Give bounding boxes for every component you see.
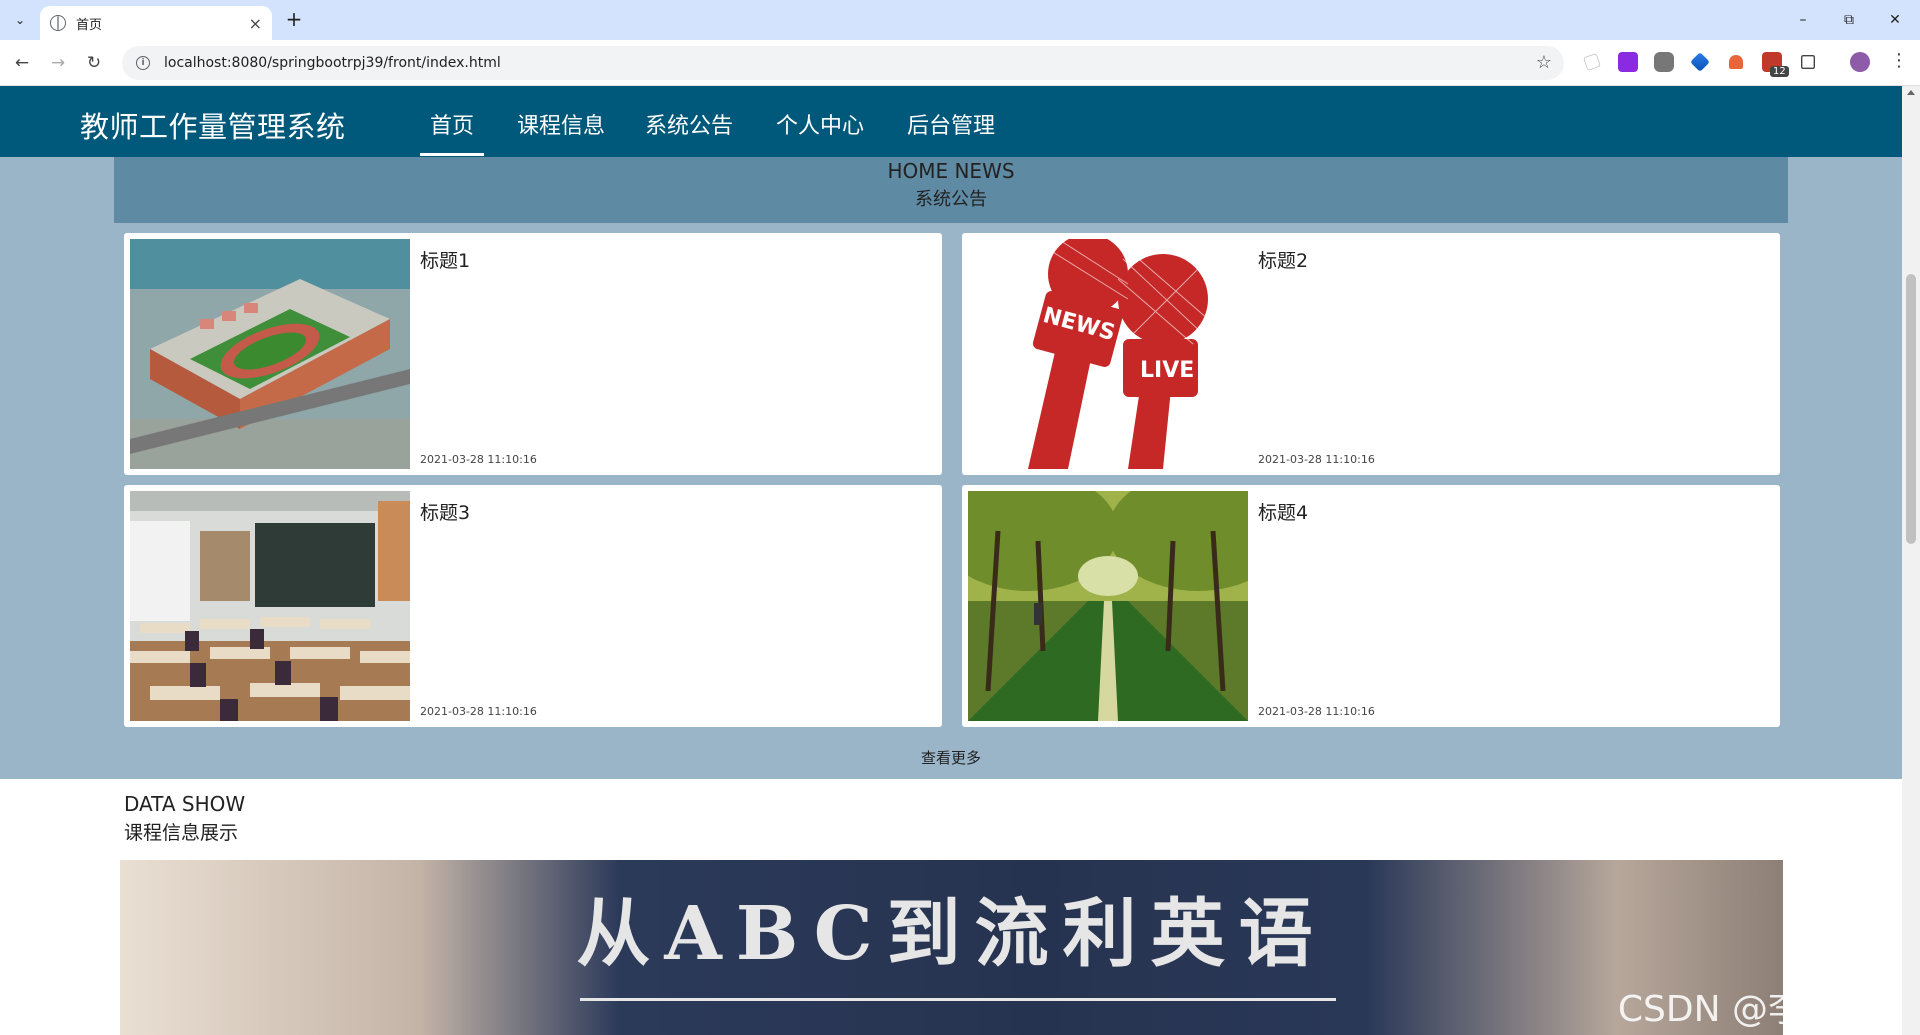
nav-personal-center[interactable]: 个人中心 [776, 108, 864, 140]
campus-building-image[interactable] [130, 239, 410, 469]
news-card[interactable]: 标题1 2021-03-28 11:10:16 [124, 233, 942, 475]
site-title: 教师工作量管理系统 [80, 110, 346, 144]
puzzle-extensions-icon[interactable] [1801, 55, 1815, 69]
news-card[interactable]: 标题3 2021-03-28 11:10:16 [124, 485, 942, 727]
browser-tab[interactable]: 首页 × [40, 6, 272, 40]
course-banner-image[interactable]: 从ABC到流利英语 [120, 860, 1783, 1035]
news-heading-cn: 系统公告 [915, 189, 987, 210]
news-card[interactable]: 标题4 2021-03-28 11:10:16 [962, 485, 1780, 727]
tab-search-chevron-icon[interactable]: ⌄ [8, 8, 32, 32]
data-show-heading-en: DATA SHOW [124, 792, 246, 816]
close-tab-icon[interactable]: × [249, 14, 262, 33]
watermark: CSDN @李白的粉 [1617, 989, 1912, 1030]
news-heading: HOME NEWS 系统公告 [114, 157, 1788, 223]
news-heading-en: HOME NEWS [887, 159, 1015, 183]
forward-arrow-icon[interactable]: → [46, 51, 70, 75]
scroll-up-arrow-icon[interactable] [1907, 90, 1915, 95]
address-bar[interactable]: i localhost:8080/springbootrpj39/front/i… [122, 46, 1564, 80]
restore-icon[interactable]: ⧉ [1826, 0, 1872, 40]
globe-icon [50, 15, 66, 31]
scrollbar-thumb[interactable] [1906, 274, 1916, 544]
news-title[interactable]: 标题2 [1258, 246, 1308, 273]
page-scrollbar[interactable] [1902, 86, 1920, 1035]
reload-icon[interactable]: ↻ [82, 51, 106, 75]
nav-announcements[interactable]: 系统公告 [645, 108, 733, 140]
profile-avatar[interactable] [1850, 52, 1870, 72]
menu-kebab-icon[interactable]: ⋮ [1890, 50, 1908, 71]
back-arrow-icon[interactable]: ← [10, 51, 34, 75]
news-card[interactable]: NEWS LIVE 标题2 2021-03-28 11:10:16 [962, 233, 1780, 475]
view-more-link[interactable]: 查看更多 [0, 747, 1902, 768]
site-info-icon[interactable]: i [136, 56, 150, 70]
bookmark-star-icon[interactable]: ☆ [1536, 52, 1552, 73]
nav-admin[interactable]: 后台管理 [907, 108, 995, 140]
browser-tab-bar: ⌄ 首页 × + – ⧉ ✕ [0, 0, 1920, 40]
news-title[interactable]: 标题1 [420, 246, 470, 273]
news-section: HOME NEWS 系统公告 标题1 2021-03-28 11:10:16 N… [0, 157, 1902, 779]
news-date: 2021-03-28 11:10:16 [420, 705, 537, 718]
minimize-icon[interactable]: – [1780, 0, 1826, 40]
tab-title: 首页 [76, 17, 103, 33]
news-date: 2021-03-28 11:10:16 [1258, 453, 1375, 466]
orange-extension-icon[interactable] [1729, 55, 1743, 69]
active-nav-indicator [420, 153, 484, 156]
news-date: 2021-03-28 11:10:16 [1258, 705, 1375, 718]
data-show-heading-cn: 课程信息展示 [124, 822, 239, 844]
banner-divider [580, 998, 1336, 1001]
gamepad-extension-icon[interactable] [1654, 52, 1674, 72]
extension-badge: 12 [1770, 66, 1789, 77]
nav-home[interactable]: 首页 [430, 108, 474, 140]
nav-course-info[interactable]: 课程信息 [517, 108, 605, 140]
banner-headline: 从ABC到流利英语 [576, 891, 1327, 977]
new-tab-plus-icon[interactable]: + [282, 8, 306, 32]
news-date: 2021-03-28 11:10:16 [420, 453, 537, 466]
site-header: 教师工作量管理系统 首页 课程信息 系统公告 个人中心 后台管理 [0, 86, 1902, 157]
news-title[interactable]: 标题4 [1258, 498, 1308, 525]
url-text: localhost:8080/springbootrpj39/front/ind… [164, 55, 501, 71]
tree-lined-road-image[interactable] [968, 491, 1248, 721]
news-live-microphone-image[interactable]: NEWS LIVE [968, 239, 1248, 469]
classroom-image[interactable] [130, 491, 410, 721]
news-title[interactable]: 标题3 [420, 498, 470, 525]
window-close-icon[interactable]: ✕ [1872, 0, 1918, 40]
purple-extension-icon[interactable] [1618, 52, 1638, 72]
live-badge-text: LIVE [1140, 358, 1194, 383]
